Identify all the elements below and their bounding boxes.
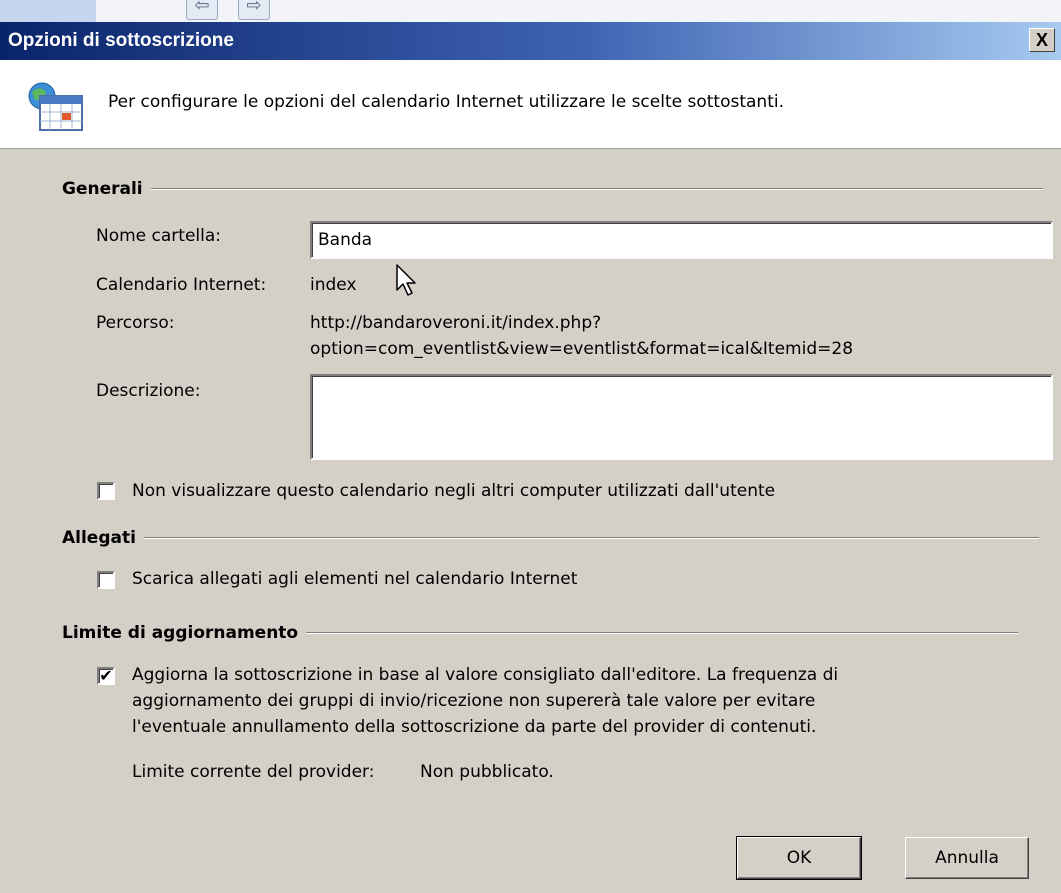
section-general: Generali	[62, 179, 1043, 199]
section-update-limit-title: Limite di aggiornamento	[62, 623, 299, 643]
description-label: Descrizione:	[96, 381, 201, 401]
section-general-title: Generali	[62, 179, 143, 199]
background-app-strip: ⇦ ⇨	[0, 0, 1061, 22]
section-attachments: Allegati	[62, 528, 1039, 548]
back-arrow-icon: ⇦	[186, 0, 218, 20]
folder-name-input[interactable]: Banda	[310, 221, 1053, 259]
cancel-button[interactable]: Annulla	[905, 837, 1029, 879]
header-text: Per configurare le opzioni del calendari…	[108, 92, 784, 112]
path-label: Percorso:	[96, 313, 175, 333]
forward-arrow-icon: ⇨	[238, 0, 270, 20]
hide-calendar-checkbox[interactable]	[97, 482, 115, 500]
section-divider	[150, 188, 1043, 190]
download-attachments-checkbox[interactable]	[97, 571, 115, 589]
section-divider	[143, 537, 1039, 539]
window-title: Opzioni di sottoscrizione	[8, 30, 234, 51]
folder-name-value: Banda	[318, 230, 373, 250]
close-button[interactable]: X	[1029, 28, 1055, 52]
ok-button[interactable]: OK	[736, 836, 862, 880]
internet-calendar-value: index	[310, 275, 357, 295]
dialog-header: Per configurare le opzioni del calendari…	[0, 60, 1061, 149]
internet-calendar-label: Calendario Internet:	[96, 275, 267, 295]
description-textarea[interactable]	[310, 374, 1053, 460]
update-subscription-checkbox[interactable]: ✔	[97, 667, 115, 685]
provider-limit-value: Non pubblicato.	[420, 762, 554, 782]
path-value-line1: http://bandaroveroni.it/index.php?	[310, 313, 602, 333]
path-value-line2: option=com_eventlist&view=eventlist&form…	[310, 339, 854, 359]
update-subscription-line1[interactable]: Aggiorna la sottoscrizione in base al va…	[132, 665, 838, 685]
dialog-content: Generali Nome cartella: Banda Calendario…	[0, 149, 1061, 893]
background-selection	[0, 0, 96, 22]
section-divider	[306, 632, 1019, 634]
update-subscription-line3: l'eventuale annullamento della sottoscri…	[132, 717, 817, 737]
folder-name-label: Nome cartella:	[96, 226, 222, 246]
mouse-cursor-icon	[396, 264, 416, 296]
update-subscription-line2: aggiornamento dei gruppi di invio/ricezi…	[132, 691, 816, 711]
download-attachments-label[interactable]: Scarica allegati agli elementi nel calen…	[132, 569, 577, 589]
provider-limit-label: Limite corrente del provider:	[132, 762, 375, 782]
hide-calendar-label[interactable]: Non visualizzare questo calendario negli…	[132, 481, 775, 501]
section-attachments-title: Allegati	[62, 528, 136, 548]
internet-calendar-icon	[28, 82, 83, 131]
section-update-limit: Limite di aggiornamento	[62, 623, 1019, 643]
title-bar: Opzioni di sottoscrizione X	[0, 22, 1061, 60]
